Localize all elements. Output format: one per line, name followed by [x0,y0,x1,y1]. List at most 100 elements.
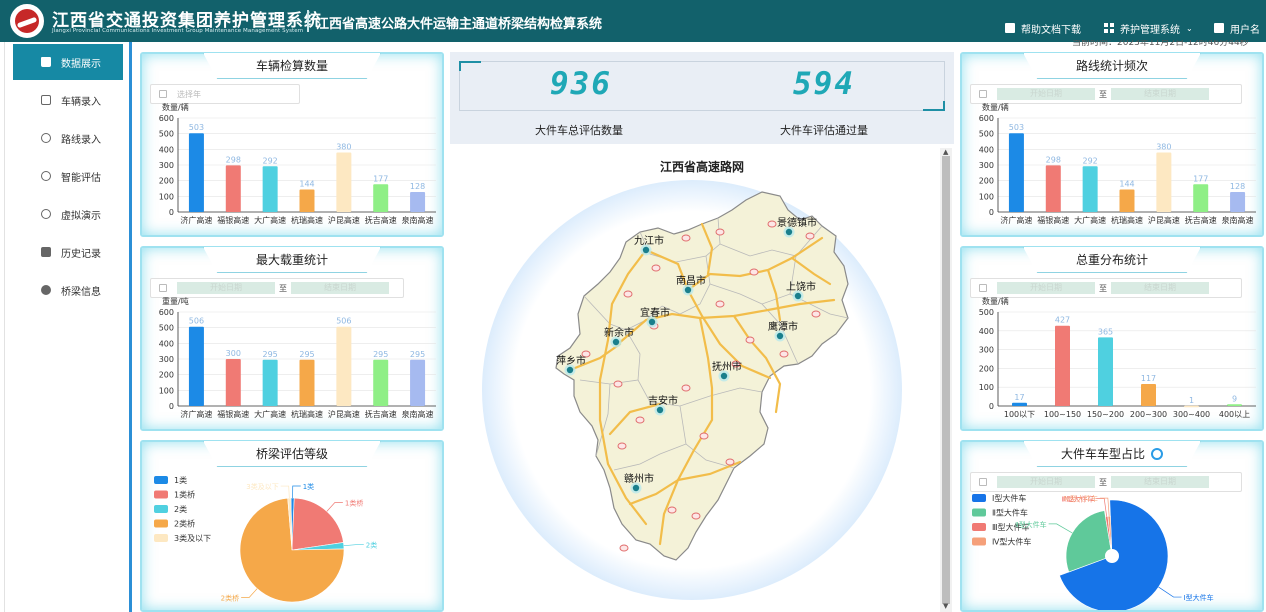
sidebar-item-smart-eval[interactable]: 智能评估 [13,158,123,194]
label-leader [280,485,290,499]
scroll-up-icon[interactable]: ▲ [943,148,948,156]
doc-download-button[interactable]: 帮助文档下载 [1005,20,1081,36]
bar [1055,325,1070,406]
x-tick-label: 200~300 [1130,410,1167,419]
map-area[interactable]: 江西省高速路网 景德镇市 九江市 南昌市 上饶市 宜春市 鹰潭市 新余市 萍乡市… [450,144,954,612]
date-range-filter[interactable]: 开始日期 至 结束日期 [970,84,1242,104]
legend-label: 1类桥 [174,490,195,500]
max-load-bar-chart: 0 100 200 300 400 500 600 506 济广高速 300 福银高速 295 大广高速… [159,308,436,419]
legend-label: 1类 [174,475,187,485]
user-name: 用户名 [1230,24,1260,36]
jiangxi-map[interactable]: 景德镇市九江市南昌市 上饶市宜春市鹰潭市 新余市萍乡市 抚州市吉安市赣州市 [450,144,954,612]
sidebar-item-route-entry[interactable]: 路线录入 [13,120,123,156]
sidebar-item-history[interactable]: 历史记录 [13,234,123,270]
x-tick-label: 杭瑞高速 [291,215,323,225]
x-tick-label: 福银高速 [1037,215,1069,225]
y-tick-label: 100 [979,383,994,392]
bar-value-label: 427 [1055,316,1070,325]
legend-label: Ⅱ型大件车 [992,508,1028,518]
date-range-filter[interactable]: 开始日期 至 结束日期 [970,278,1242,298]
bar-value-label: 295 [410,350,425,359]
range-separator: 至 [1099,283,1107,293]
bar [336,152,352,212]
bar [1193,184,1209,212]
x-tick-label: 泉南高速 [402,215,434,225]
vehicle-type-pie-chart: Ⅰ型大件车Ⅱ型大件车Ⅲ型大件车Ⅳ型大件车Ⅰ型大件车Ⅱ型大件车Ⅲ型大件车Ⅳ型大件车 [972,493,1214,610]
bar-value-label: 9 [1232,394,1237,403]
x-tick-label: 大广高速 [1074,215,1106,225]
legend-swatch [972,537,986,546]
sidebar-item-data-display[interactable]: 数据展示 [13,44,123,80]
org-subtitle: Jiangxi Provincial Communications Invest… [52,28,304,34]
start-date-input[interactable]: 开始日期 [997,88,1095,100]
city-label: 新余市 [604,326,634,339]
bar [225,165,241,212]
city-label: 景德镇市 [777,216,817,229]
bar-value-label: 128 [410,182,425,191]
y-tick-label: 500 [979,130,994,139]
info-icon [41,285,51,295]
y-tick-label: 600 [159,114,174,123]
y-tick-label: 300 [979,346,994,355]
scrollbar-thumb[interactable] [942,156,950,604]
bar-value-label: 17 [1014,393,1024,402]
legend-swatch [972,523,986,531]
range-separator: 至 [1099,89,1107,99]
year-select[interactable]: 选择年 [177,89,201,100]
city-label: 赣州市 [624,472,654,485]
x-tick-label: 福银高速 [217,409,249,419]
bar [262,166,278,212]
y-tick-label: 400 [159,145,174,154]
org-logo [10,4,44,38]
y-tick-label: 200 [979,177,994,186]
x-tick-label: 杭瑞高速 [1111,215,1143,225]
y-tick-label: 600 [159,308,174,317]
end-date-input[interactable]: 结束日期 [1111,282,1209,294]
bar-value-label: 128 [1230,182,1245,191]
grid-icon [1104,23,1114,33]
sidebar-item-vehicle-entry[interactable]: 车辆录入 [13,82,123,118]
start-date-input[interactable]: 开始日期 [177,282,275,294]
x-tick-label: 大广高速 [254,215,286,225]
bar-value-label: 292 [263,156,278,165]
sidebar-item-bridge-info[interactable]: 桥梁信息 [13,272,123,308]
thumbs-up-icon [41,247,51,257]
panel-title: 总重分布统计 [1023,247,1201,273]
y-tick-label: 600 [979,114,994,123]
bar [373,359,389,406]
sidebar-item-virtual-demo[interactable]: 虚拟演示 [13,196,123,232]
bar-value-label: 295 [263,350,278,359]
frame-corner [459,61,481,71]
start-date-input[interactable]: 开始日期 [997,282,1095,294]
date-range-filter[interactable]: 开始日期 至 结束日期 [150,278,404,298]
bar-value-label: 380 [1156,142,1171,151]
bar-value-label: 144 [1119,179,1134,188]
user-menu[interactable]: 用户名 [1214,20,1260,36]
bar-value-label: 177 [373,174,388,183]
bar-value-label: 506 [336,317,351,326]
chevron-down-icon: ⌄ [1186,23,1193,33]
y-tick-label: 500 [159,324,174,333]
city-label: 抚州市 [712,360,742,373]
y-tick-label: 300 [159,161,174,170]
label-leader [326,502,343,512]
bar [410,359,426,406]
bar-value-label: 1 [1189,396,1194,405]
pie-center-hole [1105,549,1119,563]
year-filter[interactable]: 选择年 [150,84,300,104]
pass-eval-label: 大件车评估通过量 [780,124,868,137]
bar-value-label: 300 [226,349,241,358]
maintenance-system-dropdown[interactable]: 养护管理系统 ⌄ [1104,20,1193,36]
end-date-input[interactable]: 结束日期 [1111,88,1209,100]
weight-dist-bar-chart: 0 100 200 300 400 500 17 100以下 427 100~150 365 150~… [979,308,1256,419]
scroll-down-icon[interactable]: ▼ [943,602,948,610]
legend-swatch [154,505,168,513]
legend-label: 3类及以下 [174,533,211,543]
panel-route-freq: 路线统计频次 开始日期 至 结束日期 数量/辆 0 100 200 300 400 500… [960,52,1264,237]
bar-value-label: 503 [1009,123,1024,132]
map-scrollbar[interactable]: ▲ ▼ [940,148,952,612]
y-tick-label: 200 [979,364,994,373]
x-tick-label: 抚吉高速 [365,215,397,225]
y-tick-label: 400 [979,327,994,336]
end-date-input[interactable]: 结束日期 [291,282,389,294]
